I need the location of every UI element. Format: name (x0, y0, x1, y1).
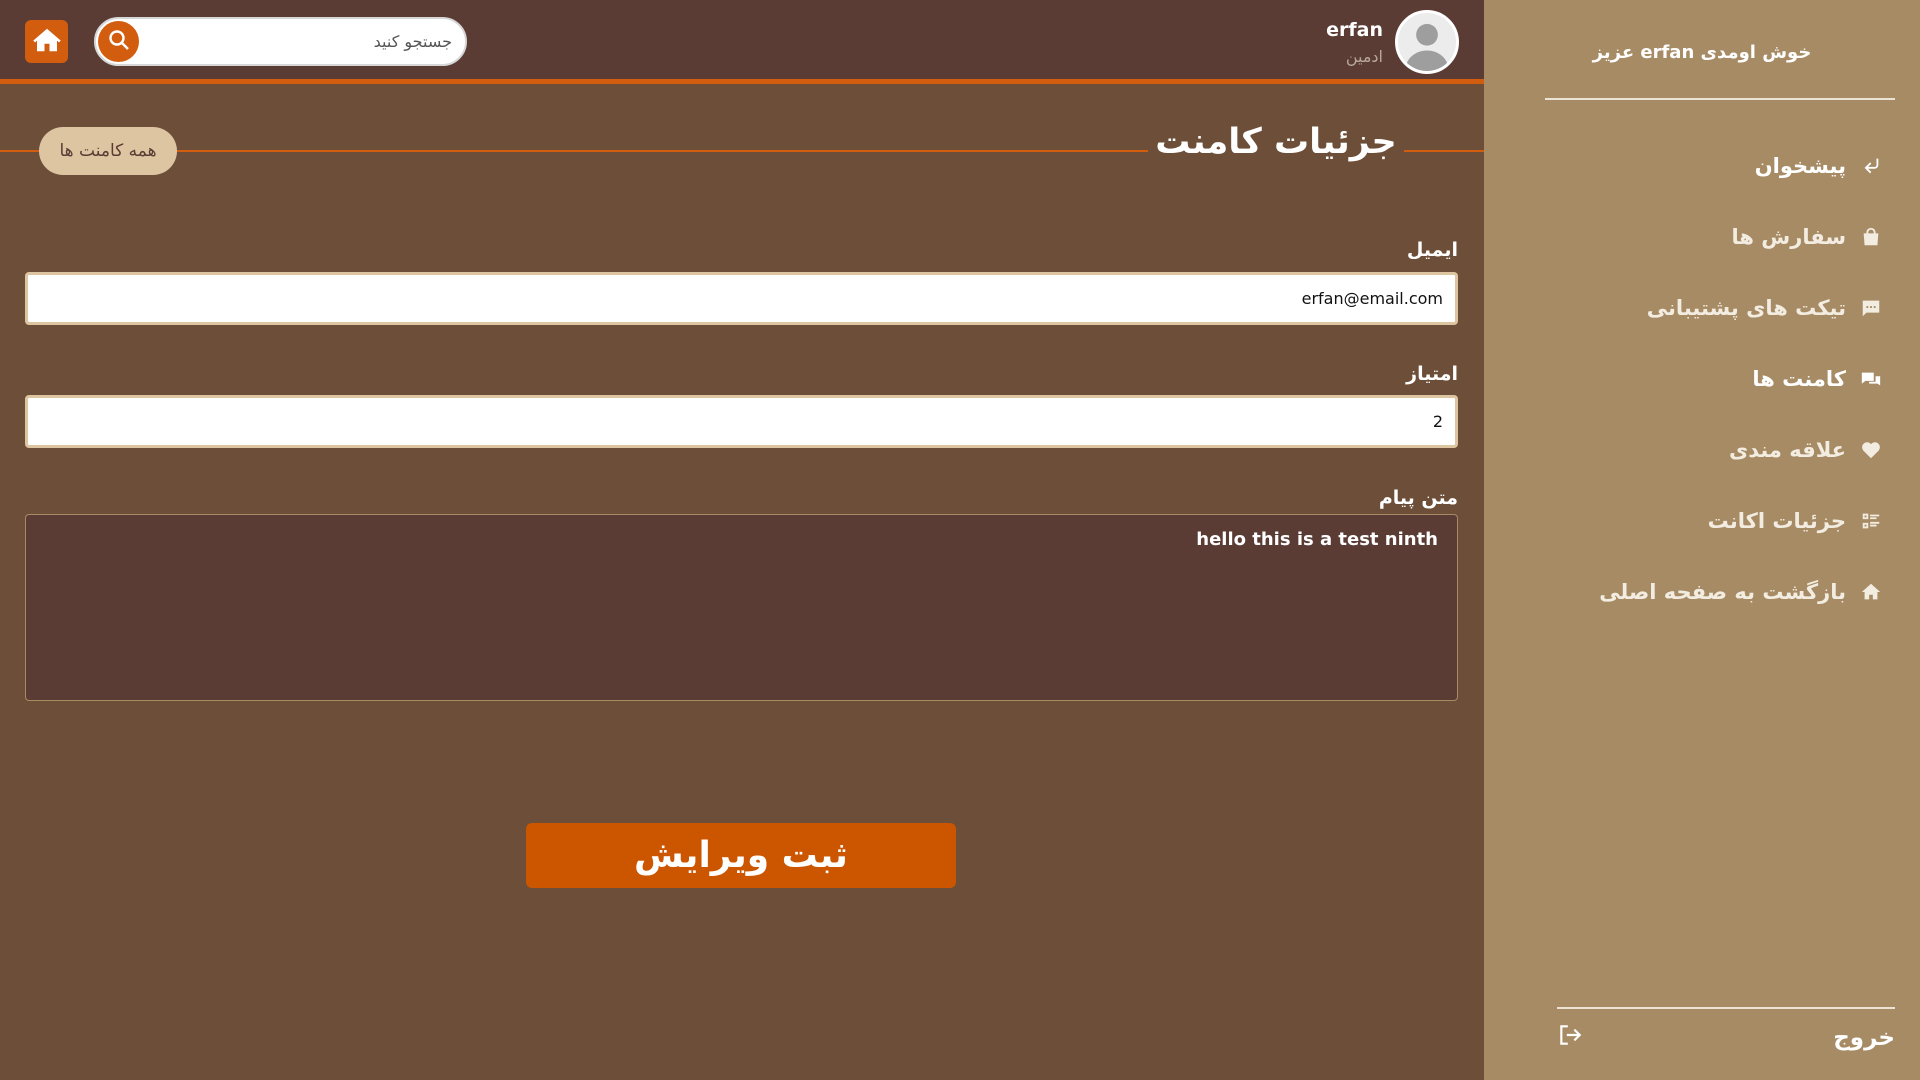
top-header: erfan ادمین (0, 0, 1484, 84)
user-name: erfan (1326, 18, 1383, 41)
sidebar-item-dashboard[interactable]: پیشخوان (1599, 130, 1882, 201)
home-icon (32, 25, 62, 59)
all-comments-button[interactable]: همه کامنت ها (39, 127, 177, 175)
heart-icon (1860, 439, 1882, 461)
message-label: متن پیام (1378, 487, 1458, 509)
sidebar-item-back-home[interactable]: بازگشت به صفحه اصلی (1599, 556, 1882, 627)
user-profile[interactable]: erfan ادمین (1326, 0, 1459, 84)
sidebar-item-label: پیشخوان (1754, 153, 1846, 178)
submit-edit-button[interactable]: ثبت ویرایش (526, 823, 956, 888)
sidebar-item-favorites[interactable]: علاقه مندی (1599, 414, 1882, 485)
search-button[interactable] (98, 21, 139, 62)
user-silhouette-icon (1405, 23, 1449, 71)
user-text: erfan ادمین (1326, 19, 1383, 66)
app-root: خوش اومدی erfan عزیز پیشخوان سفارش ها تی… (0, 0, 1920, 1080)
logout-icon (1557, 1022, 1583, 1054)
sidebar: خوش اومدی erfan عزیز پیشخوان سفارش ها تی… (1484, 0, 1920, 1080)
sidebar-item-label: تیکت های پشتیبانی (1646, 295, 1846, 320)
logout-button[interactable]: خروج (1557, 1018, 1895, 1058)
sidebar-divider (1545, 98, 1895, 100)
title-divider (1404, 150, 1484, 152)
email-field[interactable]: erfan@email.com (25, 272, 1458, 325)
shopping-bag-icon (1860, 226, 1882, 248)
return-arrow-icon (1860, 155, 1882, 177)
main-content: جزئیات کامنت همه کامنت ها ایمیل erfan@em… (0, 89, 1484, 1080)
search-icon (107, 28, 131, 56)
sidebar-item-label: کامنت ها (1752, 366, 1846, 391)
sidebar-item-comments[interactable]: کامنت ها (1599, 343, 1882, 414)
sidebar-item-label: بازگشت به صفحه اصلی (1599, 579, 1846, 604)
comments-icon (1860, 368, 1882, 390)
sidebar-divider (1557, 1007, 1895, 1009)
home-icon (1860, 581, 1882, 603)
message-textarea[interactable]: hello this is a test ninth (25, 514, 1458, 701)
home-button[interactable] (25, 20, 68, 63)
search-box (94, 17, 467, 66)
sidebar-item-account-details[interactable]: جزئیات اکانت (1599, 485, 1882, 556)
list-details-icon (1860, 510, 1882, 532)
sidebar-nav: پیشخوان سفارش ها تیکت های پشتیبانی کامنت… (1599, 130, 1882, 627)
sidebar-item-label: علاقه مندی (1728, 437, 1846, 462)
user-role: ادمین (1345, 46, 1383, 66)
score-label: امتیاز (1406, 363, 1458, 385)
page-title: جزئیات کامنت (1148, 122, 1404, 162)
sidebar-item-label: سفارش ها (1731, 224, 1846, 249)
sidebar-item-tickets[interactable]: تیکت های پشتیبانی (1599, 272, 1882, 343)
sidebar-welcome-text: خوش اومدی erfan عزیز (1592, 42, 1812, 63)
email-label: ایمیل (1406, 239, 1458, 261)
search-input[interactable] (144, 19, 462, 64)
logout-label: خروج (1833, 1025, 1895, 1051)
avatar[interactable] (1395, 10, 1459, 74)
message-icon (1860, 297, 1882, 319)
score-field[interactable]: 2 (25, 395, 1458, 448)
sidebar-item-label: جزئیات اکانت (1707, 508, 1846, 533)
sidebar-item-orders[interactable]: سفارش ها (1599, 201, 1882, 272)
